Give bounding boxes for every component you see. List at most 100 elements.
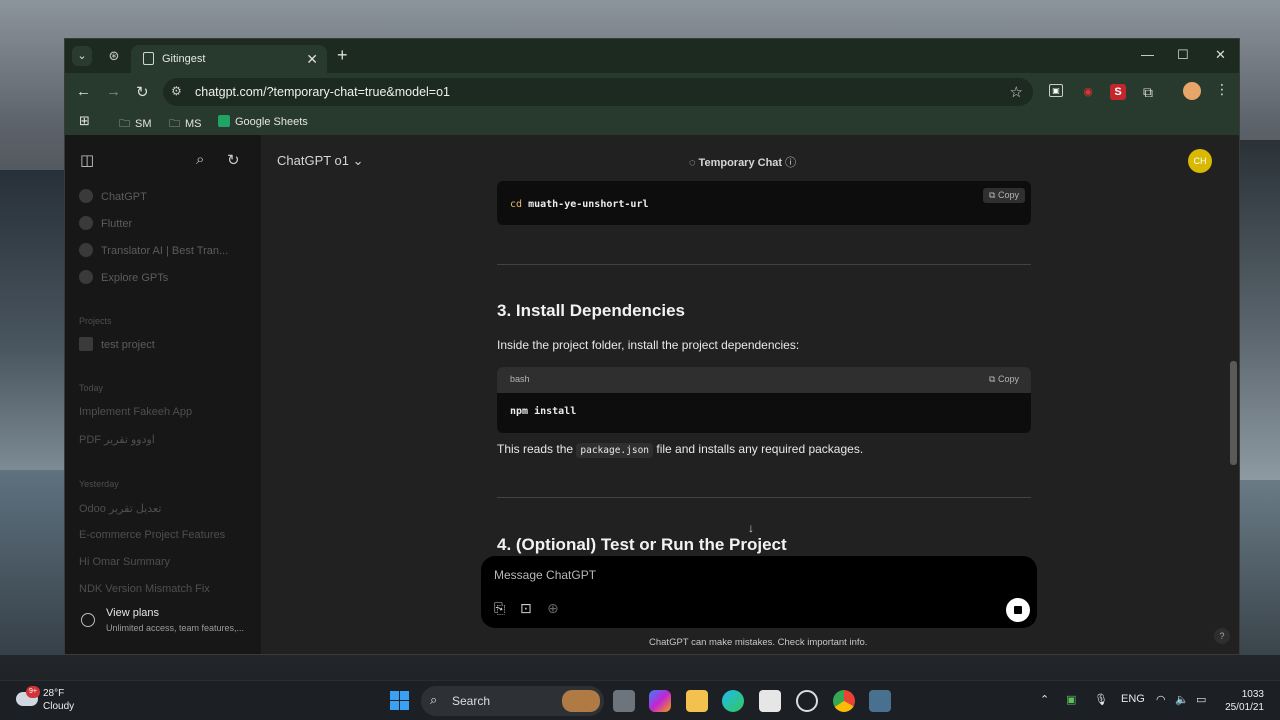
- wifi-icon[interactable]: ◠: [1156, 693, 1166, 706]
- copy-button[interactable]: ⧉ Copy: [989, 374, 1019, 385]
- attach-icon[interactable]: ⎘: [494, 600, 505, 617]
- forward-button[interactable]: →: [106, 83, 121, 100]
- browser-window: ⌄ ⊛ Gitingest ✕ + — ☐ ✕ ← → ↻ ⚙ chatgpt.…: [64, 38, 1240, 655]
- sidebar-item-flutter[interactable]: Flutter: [79, 216, 132, 230]
- info-icon[interactable]: ⓘ: [785, 157, 796, 169]
- project-item[interactable]: test project: [79, 337, 155, 351]
- remote-desktop-icon[interactable]: [869, 690, 891, 712]
- divider: [497, 264, 1031, 265]
- chrome-icon[interactable]: [833, 690, 855, 712]
- sidebar: ◫ ⌕ ↻ ChatGPT Flutter Translator AI | Be…: [65, 135, 261, 654]
- extension-record-icon[interactable]: ◉: [1080, 84, 1096, 100]
- view-plans-button[interactable]: View plans Unlimited access, team featur…: [75, 605, 251, 645]
- google-sheets-icon: [218, 115, 230, 127]
- section-header-today: Today: [79, 383, 104, 393]
- divider: [497, 497, 1031, 498]
- scrollbar-thumb[interactable]: [1230, 361, 1237, 465]
- bookmark-folder-ms[interactable]: 🗀 MS: [169, 115, 202, 134]
- paragraph: This reads the package.json file and ins…: [497, 442, 863, 458]
- folder-icon: [79, 337, 93, 351]
- battery-app-icon[interactable]: ▣: [1066, 693, 1076, 706]
- bookmark-label: Google Sheets: [235, 116, 308, 128]
- site-settings-icon[interactable]: ⚙: [171, 84, 182, 98]
- project-label: test project: [101, 339, 155, 351]
- search-icon[interactable]: ⌕: [196, 151, 204, 168]
- stop-generating-button[interactable]: [1006, 598, 1030, 622]
- taskbar: 9+ 28°F Cloudy ⌕ Search ⌃ ▣ 🎙 ENG ◠ 🔈 ▭ …: [0, 680, 1280, 720]
- folder-icon: 🗀: [119, 118, 130, 130]
- chat-history-item[interactable]: E-commerce Project Features: [79, 529, 225, 541]
- tools-icon[interactable]: ⊡: [520, 600, 532, 617]
- tab-search-button[interactable]: ⌄: [72, 46, 92, 66]
- bookmark-google-sheets[interactable]: Google Sheets: [218, 115, 308, 128]
- scrollbar[interactable]: [1228, 185, 1238, 595]
- start-button[interactable]: [390, 691, 409, 710]
- code-text: muath-ye-unshort-url: [528, 199, 649, 210]
- user-avatar[interactable]: CH: [1188, 149, 1212, 173]
- sidebar-item-chatgpt[interactable]: ChatGPT: [79, 189, 147, 203]
- inline-code: package.json: [576, 443, 654, 458]
- language-indicator[interactable]: ENG: [1121, 693, 1145, 705]
- show-hidden-icons[interactable]: ⌃: [1040, 693, 1049, 706]
- chatgpt-pinned-tab-icon[interactable]: ⊛: [105, 47, 123, 65]
- clock[interactable]: 1033 25/01/21: [1222, 688, 1264, 714]
- copy-button[interactable]: ⧉ Copy: [983, 188, 1025, 203]
- model-selector[interactable]: ChatGPT o1 ⌄: [277, 153, 364, 169]
- section-header-yesterday: Yesterday: [79, 479, 119, 489]
- bookmark-label: SM: [135, 118, 152, 130]
- close-tab-icon[interactable]: ✕: [306, 51, 318, 68]
- chat-history-item[interactable]: Implement Fakeeh App: [79, 406, 192, 418]
- chatgpt-icon: [79, 189, 93, 203]
- store-icon[interactable]: [759, 690, 781, 712]
- projects-header: Projects: [79, 316, 112, 326]
- back-button[interactable]: ←: [76, 83, 91, 100]
- browser-menu-icon[interactable]: ⋮: [1215, 81, 1229, 98]
- chatgpt-app-icon[interactable]: [796, 690, 818, 712]
- globe-icon[interactable]: ⊕: [547, 600, 559, 617]
- new-chat-icon[interactable]: ↻: [227, 151, 240, 169]
- sidebar-item-label: Flutter: [101, 218, 133, 230]
- chat-history-item[interactable]: PDF اودوو تقرير: [79, 433, 155, 446]
- scroll-down-icon[interactable]: ↓: [741, 518, 761, 538]
- tab-title: Gitingest: [162, 53, 206, 65]
- address-bar[interactable]: ⚙ chatgpt.com/?temporary-chat=true&model…: [163, 78, 1033, 106]
- maximize-button[interactable]: ☐: [1177, 47, 1189, 63]
- code-text: npm install: [510, 406, 577, 417]
- extension-s-icon[interactable]: S: [1110, 84, 1126, 100]
- file-explorer-icon[interactable]: [686, 690, 708, 712]
- chat-history-item[interactable]: Odoo تعديل تقرير: [79, 502, 161, 515]
- code-block: bash ⧉ Copy npm install: [497, 367, 1031, 433]
- new-tab-button[interactable]: +: [337, 45, 348, 66]
- battery-icon[interactable]: ▭: [1196, 693, 1206, 706]
- copilot-icon[interactable]: [649, 690, 671, 712]
- active-tab[interactable]: Gitingest ✕: [131, 45, 327, 73]
- weather-condition: Cloudy: [43, 701, 75, 712]
- sidebar-item-translator[interactable]: Translator AI | Best Tran...: [79, 243, 228, 257]
- chat-history-item[interactable]: Hi Omar Summary: [79, 556, 170, 568]
- extensions-puzzle-icon[interactable]: ⧉: [1140, 84, 1156, 100]
- task-view-icon[interactable]: [613, 690, 635, 712]
- grid-icon: [79, 270, 93, 284]
- profile-avatar[interactable]: [1183, 82, 1201, 100]
- close-window-button[interactable]: ✕: [1215, 47, 1226, 63]
- gpt-icon: [79, 216, 93, 230]
- toggle-sidebar-icon[interactable]: ◫: [80, 151, 94, 169]
- chat-history-item[interactable]: NDK Version Mismatch Fix: [79, 583, 210, 595]
- bookmark-folder-sm[interactable]: 🗀 SM: [119, 115, 152, 134]
- volume-icon[interactable]: 🔈: [1175, 693, 1189, 706]
- extension-window-icon[interactable]: ▣: [1049, 84, 1063, 97]
- sidebar-item-explore-gpts[interactable]: Explore GPTs: [79, 270, 168, 284]
- chat-main: ChatGPT o1 ⌄ ◌ Temporary Chat ⓘ CH ⧉ Copy…: [261, 135, 1239, 654]
- minimize-button[interactable]: —: [1141, 47, 1154, 62]
- message-input[interactable]: Message ChatGPT: [494, 568, 596, 582]
- clock-time: 1033: [1241, 689, 1264, 700]
- bookmark-star-icon[interactable]: ☆: [1010, 83, 1023, 101]
- chatgpt-app: ◫ ⌕ ↻ ChatGPT Flutter Translator AI | Be…: [65, 135, 1239, 654]
- reload-button[interactable]: ↻: [136, 83, 149, 101]
- edge-icon[interactable]: [722, 690, 744, 712]
- taskbar-search[interactable]: ⌕ Search: [421, 686, 604, 716]
- message-composer[interactable]: Message ChatGPT ⎘ ⊡ ⊕: [481, 556, 1037, 628]
- help-button[interactable]: ?: [1214, 628, 1230, 644]
- microphone-icon[interactable]: 🎙: [1094, 693, 1108, 706]
- apps-grid-icon[interactable]: ⊞: [79, 113, 90, 129]
